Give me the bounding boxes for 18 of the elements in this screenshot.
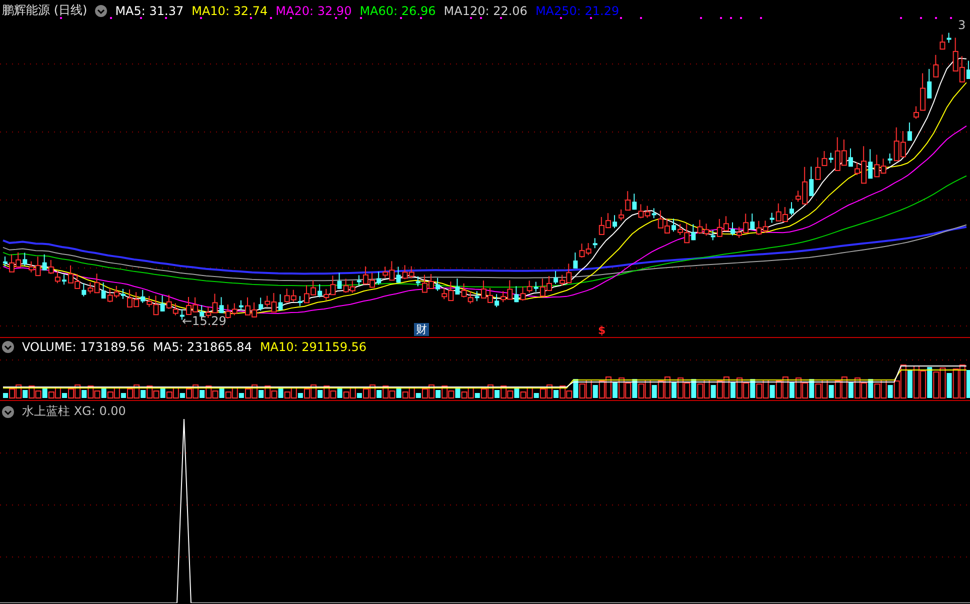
indicator-label: MA10: 291159.56 xyxy=(260,340,367,354)
finance-marker[interactable]: 财 xyxy=(414,323,429,336)
collapse-icon[interactable] xyxy=(2,406,14,418)
indicator-label: MA60: 26.96 xyxy=(360,4,436,18)
collapse-icon[interactable] xyxy=(2,341,14,354)
stock-title: 鹏辉能源 (日线) xyxy=(2,2,88,19)
indicator-label: MA10: 32.74 xyxy=(192,4,268,18)
indicator-label: MA250: 21.29 xyxy=(535,4,620,18)
dividend-marker[interactable]: $ xyxy=(596,324,608,337)
indicator-label: 水上蓝柱 XG: 0.00 xyxy=(22,403,126,420)
indicator-label: MA5: 31.37 xyxy=(115,4,184,18)
indicator-label: VOLUME: 173189.56 xyxy=(22,340,145,354)
indicator-label: MA120: 22.06 xyxy=(444,4,528,18)
high-price-label: 3 xyxy=(958,18,966,32)
indicator-label: MA20: 32.90 xyxy=(276,4,352,18)
collapse-icon[interactable] xyxy=(95,4,108,16)
low-price-label: ←15.29 xyxy=(182,314,226,328)
indicator-label: MA5: 231865.84 xyxy=(153,340,252,354)
